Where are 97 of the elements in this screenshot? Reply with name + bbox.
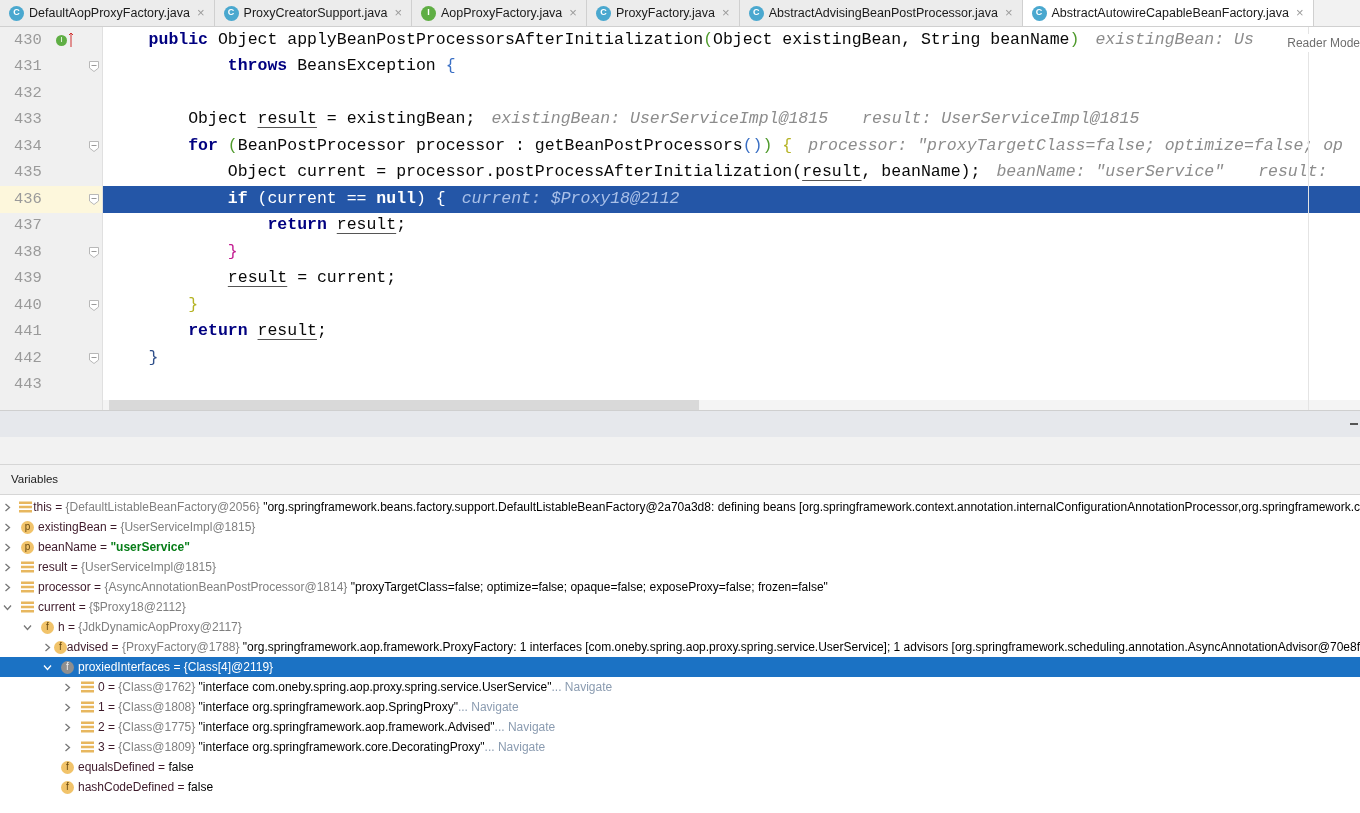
fold-marker-icon[interactable] [89, 246, 99, 258]
code-line: Object current = processor.postProcessAfterInitialization(result, beanName); [226, 161, 981, 184]
editor-tab[interactable]: C DefaultAopProxyFactory.java × [0, 0, 215, 26]
variable-value: current = {$Proxy18@2112} [38, 599, 186, 616]
variable-row[interactable]: processor = {AsyncAnnotationBeanPostProcessor@1814} "proxyTargetClass=false; optimize=false; opaque=false; exposeProxy=false; frozen=false" [0, 577, 1360, 597]
line-number: 431 [14, 56, 43, 78]
code-line: for (BeanPostProcessor processor : getBeanPostProcessors()) { [187, 134, 793, 157]
code-line: return result; [187, 320, 327, 343]
editor-tab[interactable]: C AbstractAdvisingBeanPostProcessor.java × [739, 0, 1023, 26]
line-number: 434 [14, 135, 43, 157]
variable-value: processor = {AsyncAnnotationBeanPostProcessor@1814} "proxyTargetClass=false; optimize=false; opaque=false; exposeProxy=false; frozen=false" [38, 579, 828, 596]
code-line: throws BeansException { [226, 55, 456, 78]
line-number: 430 [14, 29, 43, 51]
fold-marker-icon[interactable] [89, 140, 99, 152]
variable-value: beanName = "userService" [38, 539, 190, 556]
parameter-icon: p [21, 520, 34, 534]
variable-row[interactable]: p beanName = "userService" [0, 537, 1360, 557]
fold-marker-icon[interactable] [89, 352, 99, 364]
class-icon: C [223, 5, 239, 21]
code-line: } [187, 293, 199, 316]
field-icon: f [61, 760, 74, 774]
override-marker-icon[interactable] [69, 33, 74, 48]
line-number: 436 [14, 188, 43, 210]
variable-value: 0 = {Class@1762} "interface com.oneby.spring.aop.proxy.spring.service.UserService" [98, 679, 552, 696]
editor-tab[interactable]: C AbstractAutowireCapableBeanFactory.java × [1022, 0, 1314, 26]
variable-icon [81, 681, 94, 693]
line-number: 435 [14, 162, 43, 184]
line-number: 433 [14, 109, 43, 131]
inline-value-hint: processor: "proxyTargetClass=false; optimize=false; op [808, 134, 1343, 157]
variable-value: hashCodeDefined = false [78, 779, 214, 796]
fold-marker-icon[interactable] [89, 299, 99, 311]
variable-value: equalsDefined = false [78, 759, 194, 776]
line-number: 439 [14, 268, 43, 290]
variable-row[interactable]: f proxiedInterfaces = {Class[4]@2119} [0, 657, 1360, 677]
class-icon: C [9, 5, 24, 21]
inline-value-hint: beanName: "userService" [996, 161, 1225, 184]
class-icon: C [748, 5, 764, 21]
variable-row[interactable]: result = {UserServiceImpl@1815} [0, 557, 1360, 577]
line-number: 441 [14, 321, 43, 343]
code-line: } [147, 346, 159, 369]
line-number: 432 [14, 82, 43, 104]
interface-icon: I [420, 5, 436, 21]
inline-value-hint: current: $Proxy18@2112 [461, 187, 680, 210]
line-number: 442 [14, 347, 43, 369]
inline-value-hint: result: [1258, 161, 1328, 184]
variable-value: proxiedInterfaces = {Class[4]@2119} [78, 659, 274, 676]
variable-icon [21, 601, 34, 613]
variable-icon [81, 741, 94, 753]
variable-row[interactable]: p existingBean = {UserServiceImpl@1815} [0, 517, 1360, 537]
field-icon: f [41, 620, 54, 634]
horizontal-scrollbar[interactable] [109, 400, 699, 410]
inline-value-hint: existingBean: UserServiceImpl@1815 [491, 108, 829, 131]
variable-value: 3 = {Class@1809} "interface org.springframework.core.DecoratingProxy" [98, 739, 485, 756]
parameter-icon: p [21, 540, 34, 554]
code-line: result = current; [226, 267, 397, 290]
field-icon: f [61, 780, 74, 794]
variable-icon [81, 701, 94, 713]
code-line: } [226, 240, 238, 263]
code-line: if (current == null) { [226, 187, 446, 210]
editor-tab[interactable]: C ProxyCreatorSupport.java × [214, 0, 412, 26]
variable-icon [21, 561, 34, 573]
variable-value: 2 = {Class@1775} "interface org.springframework.aop.framework.Advised" [98, 719, 495, 736]
variable-value: 1 = {Class@1808} "interface org.springframework.aop.SpringProxy" [98, 699, 458, 716]
class-icon: C [1031, 5, 1047, 21]
variable-icon [81, 721, 94, 733]
panel-title: Variables [11, 471, 59, 487]
variable-row[interactable]: 3 = {Class@1809} "interface org.springframework.core.DecoratingProxy"... Navigate [0, 737, 1360, 757]
variable-row[interactable]: 1 = {Class@1808} "interface org.springframework.aop.SpringProxy"... Navigate [0, 697, 1360, 717]
code-line: public Object applyBeanPostProcessorsAfterInitialization(Object existingBean, String beanName) [147, 28, 1080, 51]
class-icon: C [595, 5, 611, 21]
variable-row[interactable]: 2 = {Class@1775} "interface org.springframework.aop.framework.Advised"... Navigate [0, 717, 1360, 737]
variable-row[interactable]: f h = {JdkDynamicAopProxy@2117} [0, 617, 1360, 637]
inline-value-hint: existingBean: Us [1095, 28, 1254, 51]
inline-value-hint: result: UserServiceImpl@1815 [862, 108, 1140, 131]
variable-value: h = {JdkDynamicAopProxy@2117} [58, 619, 242, 636]
variable-row[interactable]: f equalsDefined = false [0, 757, 1360, 777]
variable-value: existingBean = {UserServiceImpl@1815} [38, 519, 256, 536]
fold-marker-icon[interactable] [89, 193, 99, 205]
code-line: return result; [266, 214, 407, 237]
fold-marker-icon[interactable] [89, 61, 99, 73]
variable-row[interactable]: f hashCodeDefined = false [0, 777, 1360, 797]
field-icon: f [61, 660, 74, 674]
editor-tab[interactable]: I AopProxyFactory.java × [411, 0, 587, 26]
code-line: Object result = existingBean; [187, 108, 476, 131]
variable-icon [21, 581, 34, 593]
variable-value: advised = {ProxyFactory@1788} "org.springframework.aop.framework.ProxyFactory: 1 interfaces [com.oneby.spring.aop.proxy.spring.service.UserService]; 1 advisors [org.springframework.scheduling.annotation.AsyncAnnotationAdvisor@70e8f [66, 639, 1360, 656]
editor-tab[interactable]: C ProxyFactory.java × [586, 0, 740, 26]
line-number: 438 [14, 241, 43, 263]
line-number: 440 [14, 294, 43, 316]
line-number: 443 [14, 374, 43, 396]
variable-value: result = {UserServiceImpl@1815} [38, 559, 216, 576]
line-number: 437 [14, 215, 43, 237]
variable-value: this = {DefaultListableBeanFactory@2056} "org.springframework.beans.factory.support.DefaultListableBeanFactory@2a70a3d8: defining beans [org.springframework.context.annotation.internalConfigurationAnnotationProcessor,org.springframework.c [33, 499, 1360, 516]
field-icon: f [53, 640, 67, 654]
variable-row[interactable]: 0 = {Class@1762} "interface com.oneby.spring.aop.proxy.spring.service.UserService"... Navigate [0, 677, 1360, 697]
variable-row[interactable]: current = {$Proxy18@2112} [0, 597, 1360, 617]
variable-icon [18, 501, 32, 513]
